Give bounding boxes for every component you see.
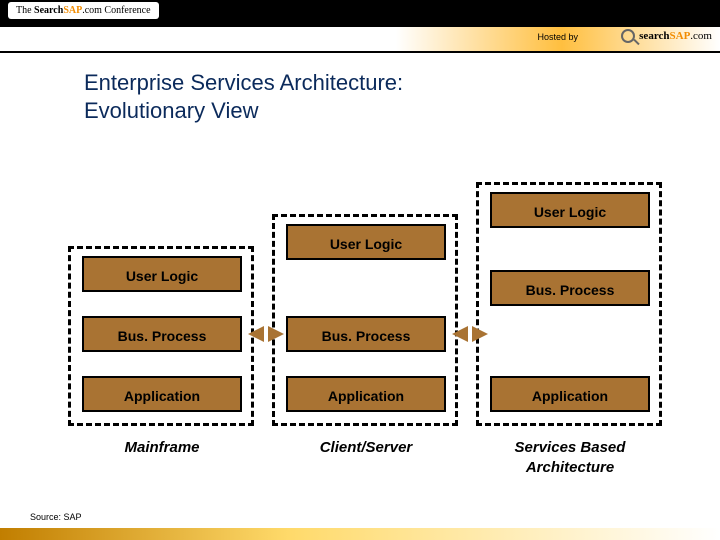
arrow-right-icon [472,326,488,342]
badge-sap: SAP [63,5,82,16]
box-application-col2: Application [286,376,446,412]
logo-sap: SAP [670,30,691,42]
column-label-services-line1: Services Based [515,439,626,456]
footer-band [0,528,720,540]
title-line-1: Enterprise Services Architecture: [84,70,403,95]
hosted-by-label: Hosted by [537,32,578,42]
top-bar: The SearchSAP.com Conference [0,0,720,22]
badge-search: Search [34,5,63,16]
logo-suffix: .com [690,30,712,42]
source-attribution: Source: SAP [30,512,82,522]
arrow-left-icon [248,326,264,342]
box-userlogic-col3: User Logic [490,192,650,228]
slide-title: Enterprise Services Architecture: Evolut… [84,69,720,124]
box-application-col3: Application [490,376,650,412]
column-label-clientserver: Client/Server [266,438,466,458]
logo-search: search [639,30,669,42]
arrow-pair-1-2 [248,314,284,354]
title-line-2: Evolutionary View [84,98,258,123]
sponsor-logo: searchSAP.com [621,29,712,43]
column-label-services-line2: Architecture [526,459,614,476]
arrow-left-icon [452,326,468,342]
box-busprocess-col1: Bus. Process [82,316,242,352]
arrow-right-icon [268,326,284,342]
header-rule [0,51,720,53]
box-userlogic-col2: User Logic [286,224,446,260]
architecture-diagram: User Logic Bus. Process Application User… [0,172,720,482]
box-busprocess-col3: Bus. Process [490,270,650,306]
column-label-mainframe: Mainframe [62,438,262,458]
header-band: Hosted by searchSAP.com [0,27,720,51]
badge-prefix: The [16,5,34,16]
arrow-pair-2-3 [452,314,488,354]
conference-badge: The SearchSAP.com Conference [8,2,159,19]
column-label-services: Services Based Architecture [470,438,670,478]
box-application-col1: Application [82,376,242,412]
box-busprocess-col2: Bus. Process [286,316,446,352]
sponsor-logo-text: searchSAP.com [639,30,712,42]
box-userlogic-col1: User Logic [82,256,242,292]
search-icon [621,29,635,43]
badge-suffix: .com Conference [82,5,150,16]
